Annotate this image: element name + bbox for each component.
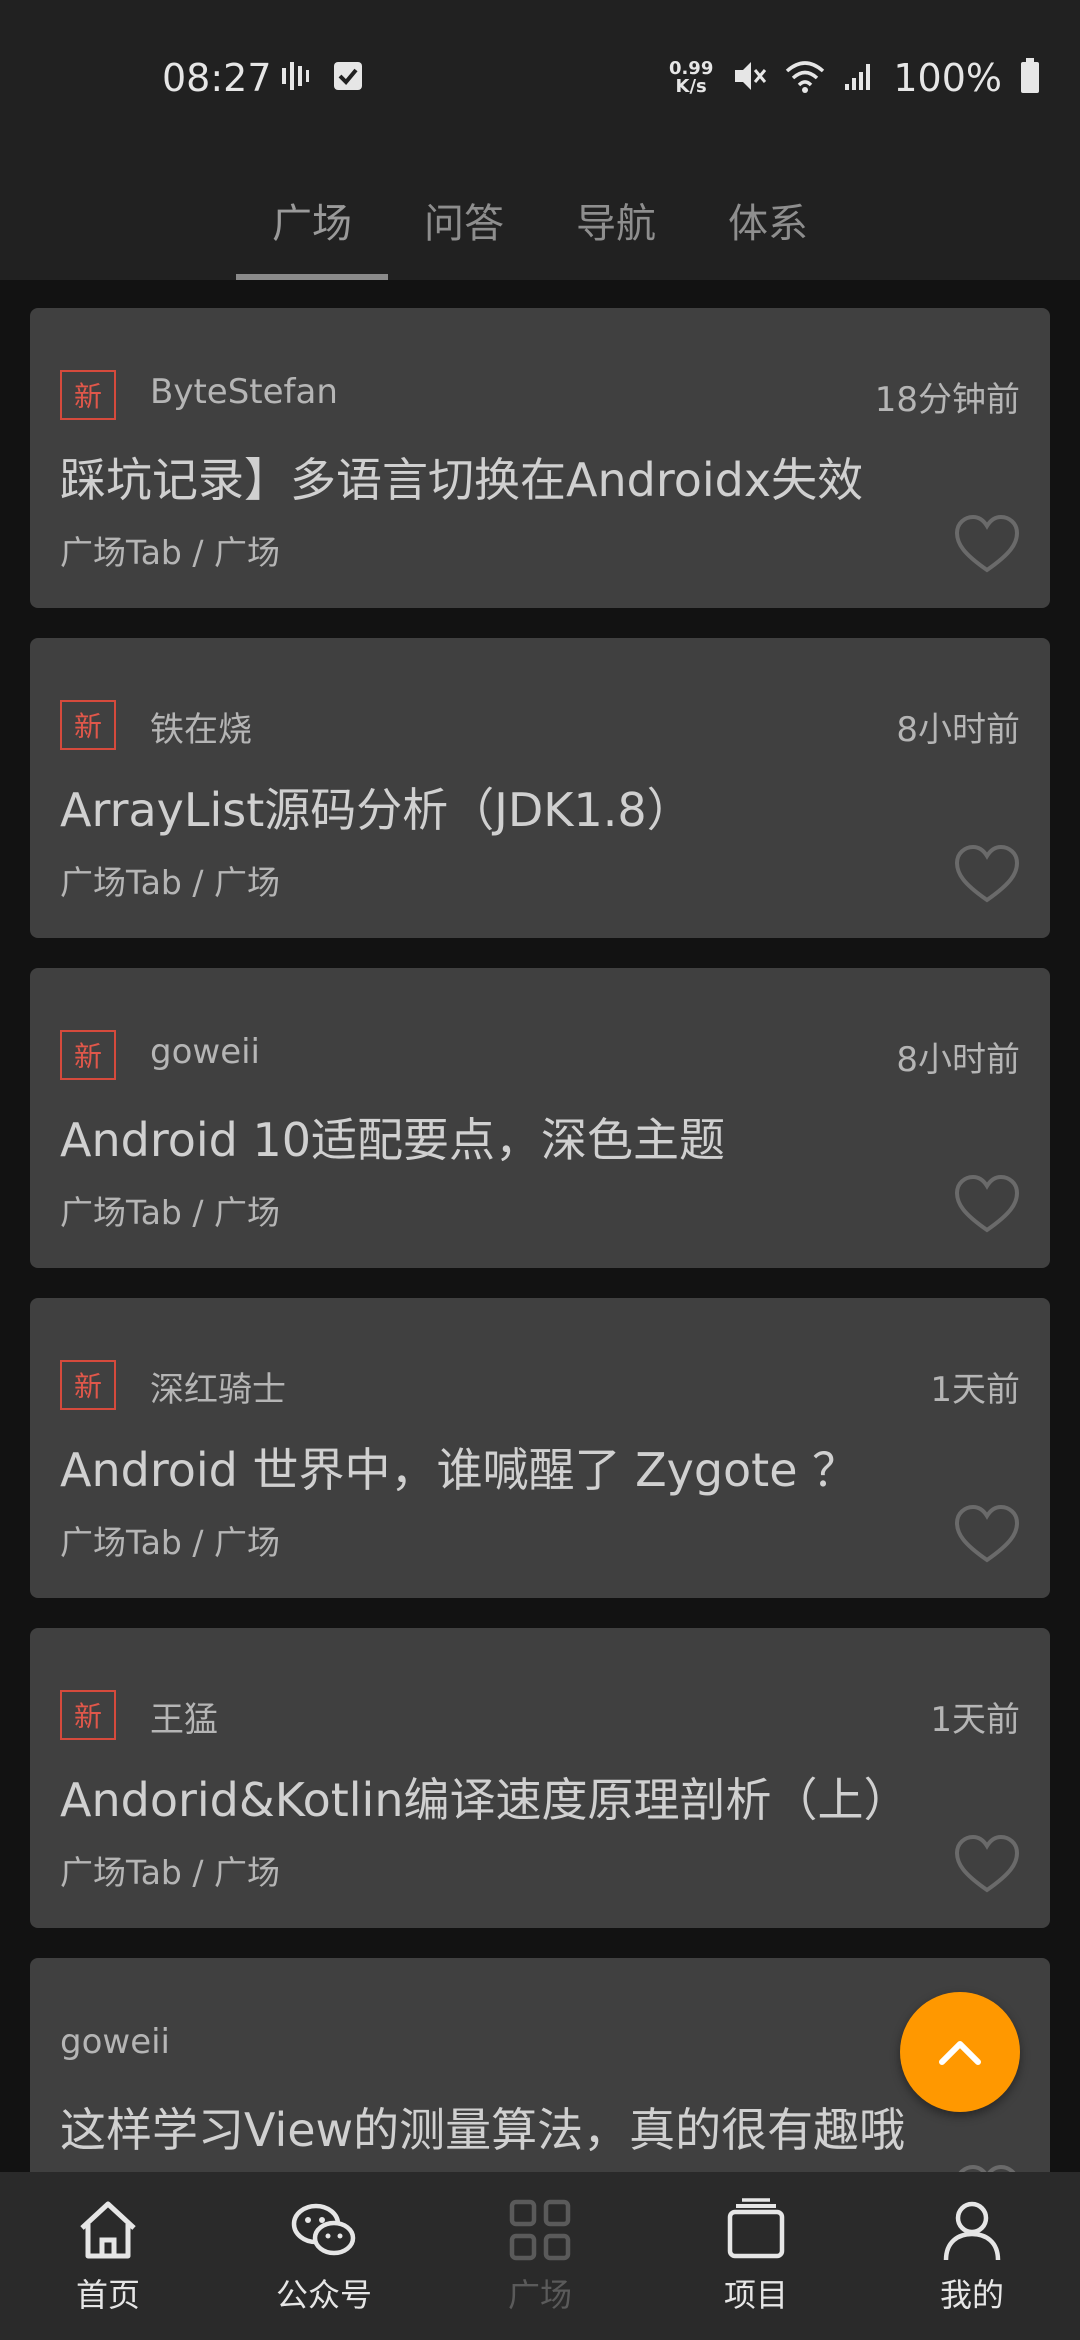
article-title: 踩坑记录】多语言切换在Androidx失效	[60, 453, 864, 507]
article-card[interactable]: 新 铁在烧 8小时前 ArrayList源码分析（JDK1.8） 广场Tab /…	[30, 638, 1050, 938]
article-time: 8小时前	[896, 1040, 1020, 1080]
nav-label-square: 广场	[507, 2276, 572, 2314]
nav-project[interactable]: 项目	[648, 2172, 864, 2340]
bottom-navigation: 首页 公众号 广场 项目 我的	[0, 2172, 1080, 2340]
article-title: Android 10适配要点，深色主题	[60, 1113, 726, 1167]
person-icon	[943, 2201, 1001, 2261]
nav-square[interactable]: 广场	[432, 2172, 648, 2340]
battery-percent: 100%	[893, 56, 1002, 100]
article-card[interactable]: 新 ByteStefan 18分钟前 踩坑记录】多语言切换在Androidx失效…	[30, 308, 1050, 608]
article-author: 王猛	[150, 1700, 218, 1740]
tab-square[interactable]: 广场	[236, 160, 388, 280]
new-badge: 新	[60, 1030, 116, 1080]
grid-icon	[509, 2199, 571, 2261]
top-tab-bar: 广场 问答 导航 体系	[0, 160, 1080, 280]
article-card[interactable]: 新 深红骑士 1天前 Android 世界中，谁喊醒了 Zygote ？ 广场T…	[30, 1298, 1050, 1598]
article-author: goweii	[60, 2022, 171, 2062]
nav-label-mine: 我的	[939, 2276, 1004, 2314]
tab-navigation[interactable]: 导航	[540, 160, 692, 280]
article-chapter: 广场Tab / 广场	[60, 1853, 280, 1892]
signal-icon	[843, 60, 875, 96]
article-author: 深红骑士	[150, 1370, 286, 1410]
article-time: 1天前	[930, 1700, 1020, 1740]
nav-label-home: 首页	[75, 2276, 140, 2314]
article-author: ByteStefan	[150, 372, 338, 412]
article-title: Andorid&Kotlin编译速度原理剖析（上）	[60, 1773, 910, 1827]
scroll-to-top-button[interactable]	[900, 1992, 1020, 2112]
article-card[interactable]: 新 goweii 8小时前 Android 10适配要点，深色主题 广场Tab …	[30, 968, 1050, 1268]
project-icon	[727, 2198, 785, 2259]
new-badge: 新	[60, 700, 116, 750]
article-chapter: 广场Tab / 广场	[60, 863, 280, 902]
nav-home[interactable]: 首页	[0, 2172, 216, 2340]
heart-icon[interactable]	[954, 1174, 1020, 1234]
article-time: 1天前	[930, 1370, 1020, 1410]
article-time: 18分钟前	[874, 380, 1020, 420]
checkbox-notification-icon	[332, 60, 364, 96]
heart-icon[interactable]	[954, 514, 1020, 574]
article-title: 这样学习View的测量算法，真的很有趣哦	[60, 2103, 906, 2157]
heart-icon[interactable]	[954, 2164, 1020, 2172]
article-title: Android 世界中，谁喊醒了 Zygote ？	[60, 1443, 859, 1497]
new-badge: 新	[60, 370, 116, 420]
heart-icon[interactable]	[954, 1504, 1020, 1564]
article-author: goweii	[150, 1032, 261, 1072]
article-title: ArrayList源码分析（JDK1.8）	[60, 783, 693, 837]
article-author: 铁在烧	[150, 710, 252, 750]
chevron-up-icon	[939, 2041, 981, 2065]
article-chapter: 广场Tab / 广场	[60, 1193, 280, 1232]
home-icon	[80, 2201, 136, 2259]
heart-icon[interactable]	[954, 844, 1020, 904]
new-badge: 新	[60, 1360, 116, 1410]
new-badge: 新	[60, 1690, 116, 1740]
article-chapter: 广场Tab / 广场	[60, 533, 280, 572]
wechat-icon	[291, 2203, 356, 2256]
mute-icon	[731, 58, 767, 98]
tab-system[interactable]: 体系	[692, 160, 844, 280]
article-time: 8小时前	[896, 710, 1020, 750]
status-time: 08:27	[162, 56, 272, 100]
article-list[interactable]: 新 ByteStefan 18分钟前 踩坑记录】多语言切换在Androidx失效…	[0, 280, 1080, 2172]
article-card[interactable]: goweii 这样学习View的测量算法，真的很有趣哦	[30, 1958, 1050, 2172]
nav-mine[interactable]: 我的	[864, 2172, 1080, 2340]
vibrate-icon	[280, 60, 310, 96]
wifi-icon	[785, 59, 825, 97]
network-speed: 0.99 K/s	[668, 58, 714, 97]
nav-label-project: 项目	[723, 2276, 788, 2314]
tab-qa[interactable]: 问答	[388, 160, 540, 280]
nav-wechat[interactable]: 公众号	[216, 2172, 432, 2340]
status-bar: 08:27 0.99 K/s 100%	[0, 0, 1080, 160]
heart-icon[interactable]	[954, 1834, 1020, 1894]
battery-icon	[1020, 58, 1040, 98]
nav-label-wechat: 公众号	[275, 2276, 372, 2314]
article-chapter: 广场Tab / 广场	[60, 1523, 280, 1562]
article-card[interactable]: 新 王猛 1天前 Andorid&Kotlin编译速度原理剖析（上） 广场Tab…	[30, 1628, 1050, 1928]
